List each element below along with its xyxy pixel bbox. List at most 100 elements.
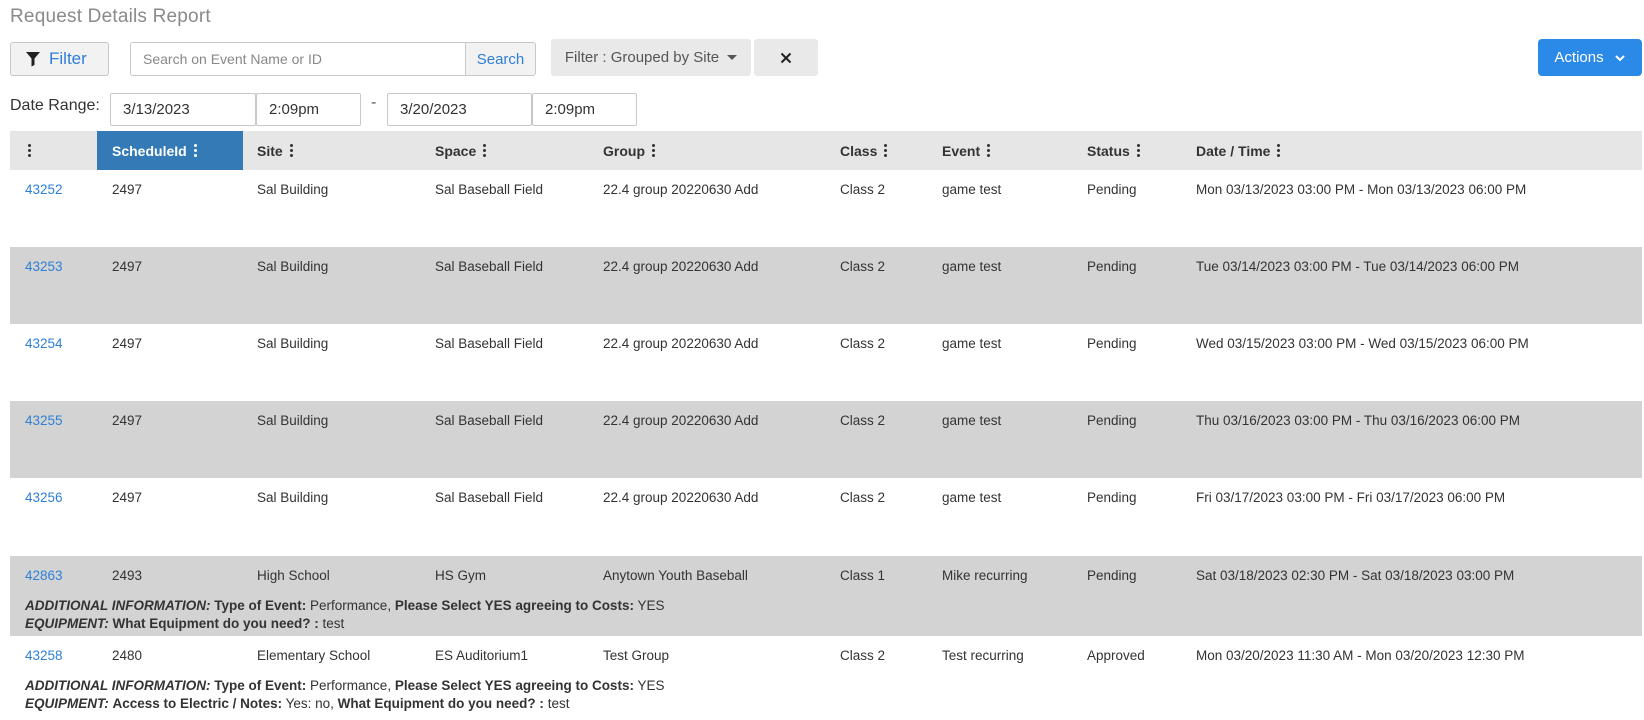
space-cell: Sal Baseball Field <box>435 413 544 428</box>
site-cell: Sal Building <box>257 336 329 351</box>
class-cell: Class 1 <box>840 568 886 583</box>
actions-button-label: Actions <box>1554 49 1604 66</box>
info-question: Type of Event: <box>214 598 307 613</box>
event-cell: game test <box>942 490 1002 505</box>
table-row: 43252 2497 Sal Building Sal Baseball Fie… <box>10 170 1642 247</box>
site-cell: Sal Building <box>257 490 329 505</box>
datetime-cell: Mon 03/20/2023 11:30 AM - Mon 03/20/2023… <box>1196 648 1525 663</box>
status-cell: Pending <box>1087 182 1137 197</box>
column-header-space[interactable]: Space <box>435 131 487 170</box>
status-cell: Pending <box>1087 490 1137 505</box>
request-id-link[interactable]: 42863 <box>25 568 63 583</box>
event-cell: game test <box>942 413 1002 428</box>
status-cell: Pending <box>1087 336 1137 351</box>
close-icon <box>780 52 792 63</box>
column-header-label: Event <box>942 142 981 159</box>
schedule-id-cell: 2480 <box>112 648 143 663</box>
actions-button[interactable]: Actions <box>1538 39 1642 76</box>
column-header-label: ScheduleId <box>112 142 187 159</box>
column-header-event[interactable]: Event <box>942 131 991 170</box>
equipment-question: What Equipment do you need? : <box>337 696 544 711</box>
site-cell: High School <box>257 568 330 583</box>
class-cell: Class 2 <box>840 413 886 428</box>
additional-info-line: ADDITIONAL INFORMATION: Type of Event: P… <box>25 598 664 613</box>
column-header-datetime[interactable]: Date / Time <box>1196 131 1281 170</box>
schedule-id-cell: 2497 <box>112 259 143 274</box>
column-header-site[interactable]: Site <box>257 131 293 170</box>
table-row: 43258 2480 Elementary School ES Auditori… <box>10 636 1642 720</box>
clear-filter-button[interactable] <box>754 39 818 76</box>
end-date-input[interactable] <box>387 93 532 126</box>
request-id-link[interactable]: 43254 <box>25 336 63 351</box>
filter-button[interactable]: Filter <box>10 42 109 76</box>
chevron-down-icon <box>1614 54 1625 61</box>
kebab-icon <box>483 144 487 157</box>
site-cell: Elementary School <box>257 648 371 663</box>
info-question: Please Select YES agreeing to Costs: <box>394 598 634 613</box>
space-cell: HS Gym <box>435 568 487 583</box>
group-filter-dropdown[interactable]: Filter : Grouped by Site <box>551 39 751 76</box>
group-cell: Test Group <box>603 648 670 663</box>
request-id-link[interactable]: 43258 <box>25 648 63 663</box>
space-cell: Sal Baseball Field <box>435 182 544 197</box>
additional-info-label: ADDITIONAL INFORMATION: <box>25 598 211 613</box>
additional-info-label: ADDITIONAL INFORMATION: <box>25 678 211 693</box>
class-cell: Class 2 <box>840 182 886 197</box>
kebab-icon <box>652 144 655 157</box>
status-cell: Pending <box>1087 413 1137 428</box>
info-question: Type of Event: <box>214 678 307 693</box>
column-header-scheduleid[interactable]: ScheduleId <box>97 131 243 170</box>
request-id-link[interactable]: 43253 <box>25 259 63 274</box>
search-button[interactable]: Search <box>465 42 536 76</box>
table-row: 43254 2497 Sal Building Sal Baseball Fie… <box>10 324 1642 401</box>
class-cell: Class 2 <box>840 259 886 274</box>
table-row: 43255 2497 Sal Building Sal Baseball Fie… <box>10 401 1642 478</box>
datetime-cell: Tue 03/14/2023 03:00 PM - Tue 03/14/2023… <box>1196 259 1519 274</box>
column-menu-header[interactable] <box>28 131 48 170</box>
kebab-icon <box>289 144 293 157</box>
equipment-answer: Yes: no, <box>285 696 334 711</box>
start-time-input[interactable] <box>256 93 361 126</box>
class-cell: Class 2 <box>840 648 886 663</box>
caret-down-icon <box>727 55 738 60</box>
equipment-answer: test <box>547 696 570 711</box>
schedule-id-cell: 2493 <box>112 568 143 583</box>
start-date-input[interactable] <box>110 93 256 126</box>
end-time-input[interactable] <box>532 93 637 126</box>
request-id-link[interactable]: 43256 <box>25 490 63 505</box>
space-cell: Sal Baseball Field <box>435 490 544 505</box>
kebab-icon <box>884 144 888 157</box>
info-answer: Performance, <box>310 598 392 613</box>
schedule-id-cell: 2497 <box>112 182 143 197</box>
kebab-icon <box>28 144 31 157</box>
search-input[interactable] <box>130 42 465 76</box>
schedule-id-cell: 2497 <box>112 413 143 428</box>
column-header-status[interactable]: Status <box>1087 131 1140 170</box>
request-id-link[interactable]: 43255 <box>25 413 63 428</box>
date-range-label: Date Range: <box>10 97 100 114</box>
page-title: Request Details Report <box>10 6 211 27</box>
column-header-label: Site <box>257 142 283 159</box>
datetime-cell: Thu 03/16/2023 03:00 PM - Thu 03/16/2023… <box>1196 413 1520 428</box>
kebab-icon <box>193 144 197 157</box>
info-question: Please Select YES agreeing to Costs: <box>394 678 634 693</box>
datetime-cell: Sat 03/18/2023 02:30 PM - Sat 03/18/2023… <box>1196 568 1515 583</box>
request-id-link[interactable]: 43252 <box>25 182 63 197</box>
kebab-icon <box>1136 144 1140 157</box>
additional-info-line: ADDITIONAL INFORMATION: Type of Event: P… <box>25 678 664 693</box>
column-header-label: Group <box>603 142 645 159</box>
column-header-group[interactable]: Group <box>603 131 655 170</box>
table-row: 43253 2497 Sal Building Sal Baseball Fie… <box>10 247 1642 324</box>
date-range-separator: - <box>371 94 377 111</box>
status-cell: Pending <box>1087 568 1137 583</box>
event-cell: game test <box>942 259 1002 274</box>
event-cell: game test <box>942 336 1002 351</box>
site-cell: Sal Building <box>257 413 329 428</box>
schedule-id-cell: 2497 <box>112 336 143 351</box>
group-cell: 22.4 group 20220630 Add <box>603 413 759 428</box>
group-cell: 22.4 group 20220630 Add <box>603 182 759 197</box>
event-cell: Mike recurring <box>942 568 1028 583</box>
column-header-class[interactable]: Class <box>840 131 888 170</box>
status-cell: Approved <box>1087 648 1145 663</box>
info-answer: YES <box>637 598 665 613</box>
